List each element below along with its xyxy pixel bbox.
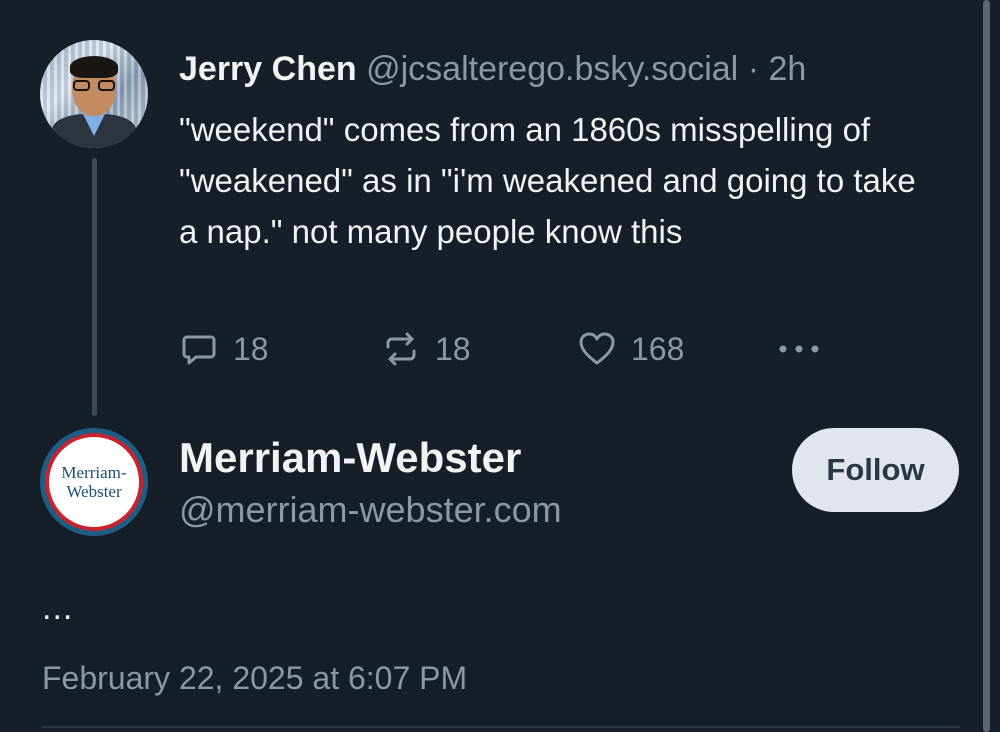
avatar-merriam-webster[interactable]: Merriam- Webster [40, 428, 148, 536]
divider [42, 726, 960, 728]
main-post-text: ... [42, 589, 74, 627]
main-author-name[interactable]: Merriam-Webster [179, 433, 521, 483]
header-separator: · [747, 50, 760, 88]
heart-icon [579, 332, 615, 365]
repost-arrows-icon [386, 332, 416, 366]
thread-connector-line [92, 158, 97, 416]
post-thread-view: Jerry Chen @jcsalterego.bsky.social · 2h… [0, 0, 1000, 732]
avatar-jerry-chen[interactable] [40, 40, 148, 148]
parent-author-name[interactable]: Jerry Chen [179, 50, 357, 88]
more-options-button[interactable] [775, 327, 823, 371]
avatar-glasses [73, 80, 115, 92]
merriam-webster-logo: Merriam- Webster [49, 437, 139, 527]
like-button[interactable]: 168 [577, 327, 684, 371]
repost-button[interactable]: 18 [381, 327, 471, 371]
post-timestamp: February 22, 2025 at 6:07 PM [42, 660, 468, 696]
parent-post-actions: 18 18 168 [179, 327, 839, 371]
speech-bubble-icon [182, 335, 216, 365]
parent-post-text: "weekend" comes from an 1860s misspellin… [179, 111, 916, 250]
avatar-hair [70, 56, 118, 78]
logo-text-line2: Webster [66, 482, 122, 501]
follow-button[interactable]: Follow [792, 428, 959, 512]
main-author-handle[interactable]: @merriam-webster.com [179, 488, 562, 532]
reply-button[interactable]: 18 [179, 327, 269, 371]
like-count: 168 [631, 330, 685, 367]
more-dots-icon [779, 345, 819, 353]
parent-post-header: Jerry Chen @jcsalterego.bsky.social · 2h [179, 48, 806, 90]
scrollbar[interactable] [983, 0, 990, 732]
logo-text-line1: Merriam- [61, 463, 127, 482]
parent-post-time[interactable]: 2h [768, 50, 806, 88]
reply-count: 18 [233, 330, 269, 367]
parent-author-handle[interactable]: @jcsalterego.bsky.social [366, 50, 738, 88]
repost-count: 18 [435, 330, 471, 367]
